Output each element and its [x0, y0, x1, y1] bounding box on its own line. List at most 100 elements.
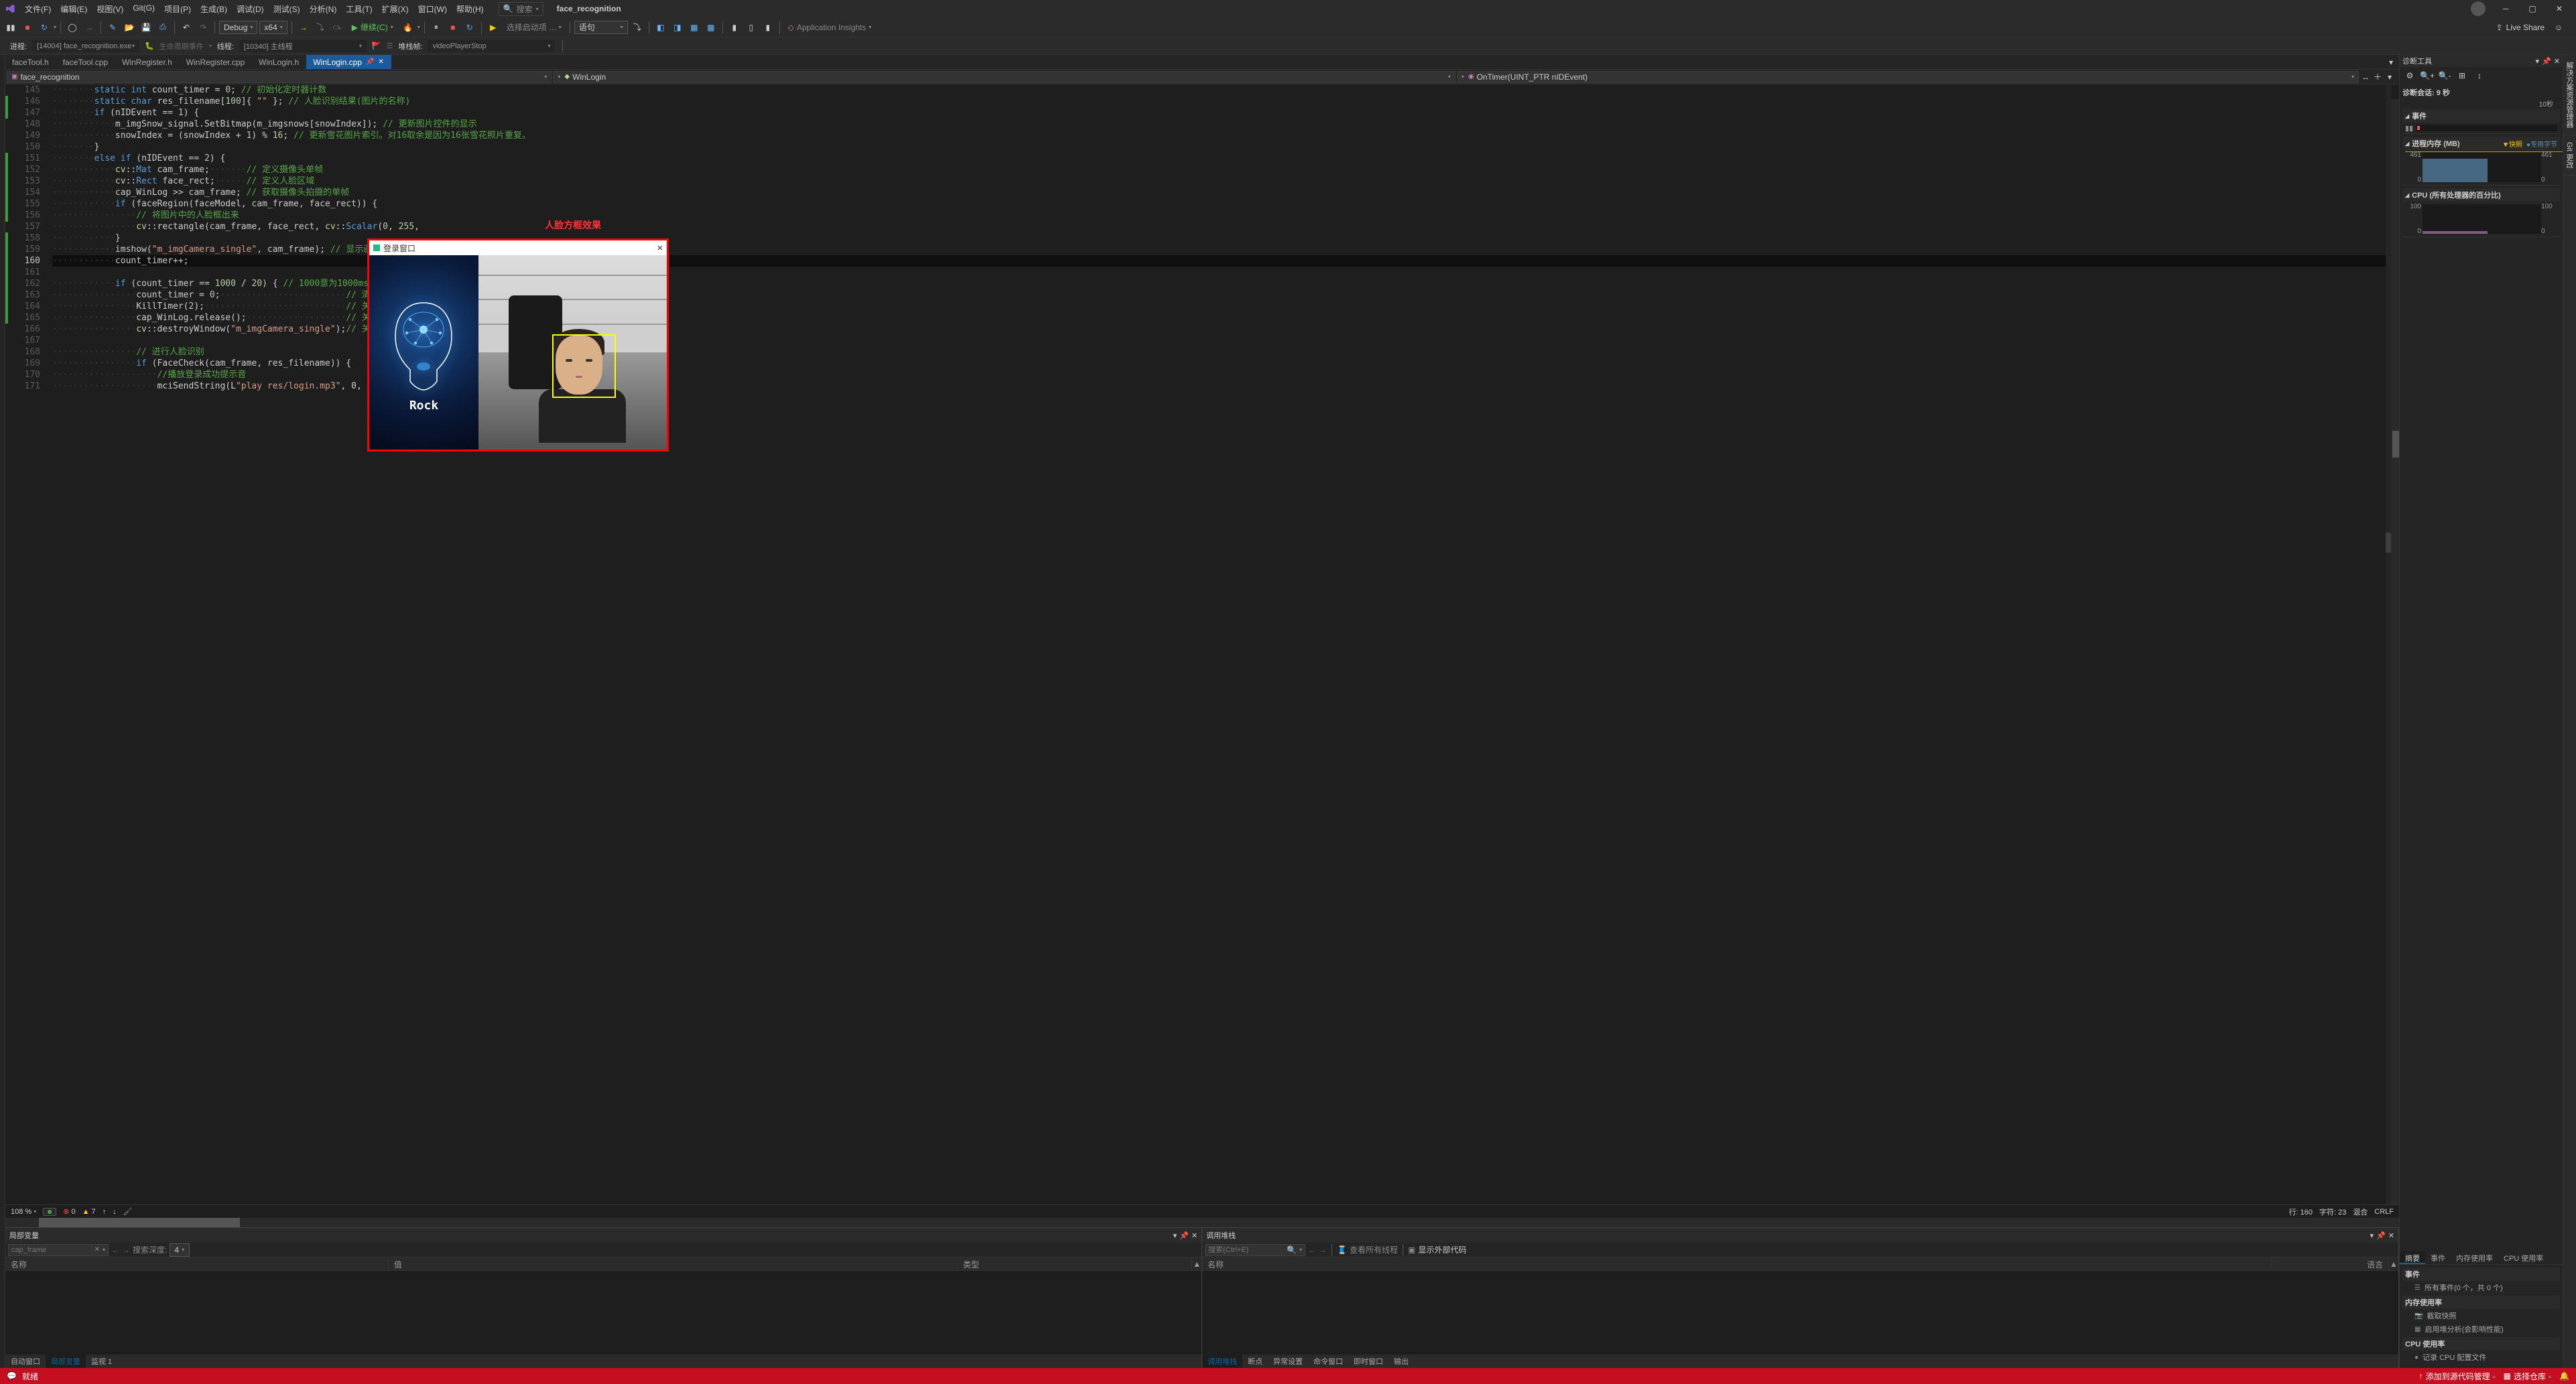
- locals-grid-body[interactable]: [5, 1271, 1202, 1355]
- tab-watch1[interactable]: 监视 1: [86, 1355, 117, 1368]
- zoom-out-icon[interactable]: 🔍-: [2437, 68, 2452, 83]
- file-tab[interactable]: WinLogin.cpp📌✕: [306, 55, 391, 69]
- user-avatar[interactable]: [2471, 1, 2486, 16]
- tab-git-changes[interactable]: Git 更改: [2563, 135, 2576, 176]
- nav-forward-button[interactable]: →: [82, 20, 96, 35]
- break-all-icon[interactable]: ⏸: [429, 20, 444, 35]
- nav-back-button[interactable]: ◯: [65, 20, 80, 35]
- zoom-level[interactable]: 108 %▾: [11, 1208, 36, 1216]
- show-next-statement-icon[interactable]: →: [296, 20, 311, 35]
- cpu-section-header[interactable]: ◢CPU (所有处理器的百分比): [2402, 188, 2560, 202]
- show-external-code[interactable]: 显示外部代码: [1418, 1244, 1466, 1255]
- comment-button[interactable]: ▮: [727, 20, 742, 35]
- split-toggle-icon[interactable]: ↔: [2360, 72, 2371, 82]
- tb-misc-1[interactable]: ◧: [653, 20, 668, 35]
- callstack-grid-body[interactable]: [1202, 1271, 2398, 1355]
- panel-dropdown-icon[interactable]: ▾: [2536, 57, 2540, 66]
- stop-button[interactable]: ■: [20, 20, 35, 35]
- brush-icon[interactable]: 🖌: [123, 1207, 133, 1216]
- stackframe-combo[interactable]: videoPlayerStop▾: [428, 40, 555, 52]
- menu-item[interactable]: 项目(P): [159, 1, 196, 17]
- nav-down-icon[interactable]: ↓: [113, 1208, 117, 1216]
- menu-item[interactable]: 文件(F): [20, 1, 56, 17]
- menu-item[interactable]: 生成(B): [196, 1, 232, 17]
- step-into-button[interactable]: ⤵: [630, 20, 645, 35]
- tab-immediate[interactable]: 即时窗口: [1348, 1355, 1389, 1368]
- tab-cpu-usage[interactable]: CPU 使用率: [2498, 1251, 2549, 1264]
- take-snapshot-button[interactable]: 📷截取快照: [2402, 1309, 2560, 1322]
- issues-indicator[interactable]: [43, 1208, 56, 1216]
- overview-ruler[interactable]: [2386, 84, 2391, 1204]
- menu-item[interactable]: 工具(T): [341, 1, 377, 17]
- configuration-combo[interactable]: Debug▾: [219, 21, 257, 34]
- tab-command-window[interactable]: 命令窗口: [1308, 1355, 1348, 1368]
- events-section-header[interactable]: ◢事件: [2402, 109, 2560, 123]
- file-tab[interactable]: WinLogin.h: [252, 55, 306, 69]
- redo-button[interactable]: ↷: [196, 20, 210, 35]
- pause-events-icon[interactable]: ▮▮: [2405, 124, 2413, 133]
- col-name[interactable]: 名称: [1202, 1257, 2272, 1270]
- tab-locals[interactable]: 局部变量: [46, 1355, 86, 1368]
- hot-reload-icon[interactable]: 🔥: [401, 20, 415, 35]
- close-button[interactable]: ✕: [2546, 0, 2573, 17]
- step-over-icon[interactable]: ⤼: [330, 20, 344, 35]
- nav-back-icon[interactable]: ←: [1308, 1245, 1316, 1255]
- memory-chart[interactable]: 4610 4610: [2405, 151, 2557, 184]
- live-share-button[interactable]: ⇪ Live Share: [2496, 23, 2545, 32]
- stop-debug-icon[interactable]: ■: [446, 20, 460, 35]
- tab-summary[interactable]: 摘要: [2400, 1251, 2425, 1264]
- panel-close-icon[interactable]: ✕: [2554, 57, 2560, 66]
- launch-options-combo[interactable]: 选择启动项...▾: [503, 21, 566, 34]
- tabs-overflow-icon[interactable]: ▾: [2386, 57, 2396, 68]
- save-all-icon[interactable]: ⎙: [155, 20, 170, 35]
- file-tab[interactable]: WinRegister.h: [115, 55, 180, 69]
- add-to-source-control[interactable]: ↑ 添加到源代码管理 ▴: [2419, 1371, 2496, 1382]
- pin-icon[interactable]: 📌: [366, 58, 374, 66]
- ruler-icon[interactable]: ↕: [2472, 68, 2487, 83]
- tab-exceptions[interactable]: 异常设置: [1268, 1355, 1308, 1368]
- code-editor[interactable]: 1451461471481491501511521531541551561571…: [5, 84, 2399, 1204]
- tab-callstack[interactable]: 调用堆栈: [1202, 1355, 1242, 1368]
- vertical-scrollbar[interactable]: [2391, 99, 2399, 1204]
- file-tab[interactable]: faceTool.h: [5, 55, 56, 69]
- pause-button[interactable]: ▮▮: [3, 20, 18, 35]
- open-file-icon[interactable]: 📂: [122, 20, 137, 35]
- menu-item[interactable]: 帮助(H): [452, 1, 489, 17]
- tb-misc-2[interactable]: ◨: [670, 20, 685, 35]
- platform-combo[interactable]: x64▾: [259, 21, 287, 34]
- timeline-ruler[interactable]: 10秒: [2402, 98, 2560, 109]
- tab-output[interactable]: 输出: [1389, 1355, 1414, 1368]
- select-repo[interactable]: ▦ 选择仓库 ▴: [2504, 1371, 2551, 1382]
- nav-up-icon[interactable]: ↑: [103, 1208, 107, 1216]
- view-all-threads[interactable]: 查看所有线程: [1350, 1244, 1398, 1255]
- global-search-box[interactable]: 🔍 搜索 ▾: [499, 2, 543, 16]
- maximize-button[interactable]: ▢: [2519, 0, 2546, 17]
- menu-item[interactable]: 扩展(X): [377, 1, 413, 17]
- panel-dropdown-icon[interactable]: 📌: [1179, 1231, 1189, 1240]
- tab-auto-window[interactable]: 自动窗口: [5, 1355, 46, 1368]
- pin-icon[interactable]: ▾: [1173, 1231, 1177, 1240]
- zoom-in-icon[interactable]: 🔍+: [2420, 68, 2435, 83]
- thread-combo[interactable]: [10340] 主线程▾: [239, 40, 367, 52]
- bookmark-button[interactable]: ▮: [761, 20, 775, 35]
- all-events-link[interactable]: ☰所有事件(0 个，共 0 个): [2402, 1281, 2560, 1294]
- nav-fwd-icon[interactable]: →: [1319, 1245, 1327, 1255]
- expand-icon[interactable]: ▾: [2384, 72, 2395, 82]
- nav-scope-combo[interactable]: ▾ ◆ WinLogin ▾: [553, 71, 1455, 83]
- file-tab[interactable]: faceTool.cpp: [56, 55, 115, 69]
- login-window-close-button[interactable]: ✕: [657, 243, 663, 253]
- feedback-icon[interactable]: ☺: [2551, 20, 2566, 35]
- error-count[interactable]: ⊗ 0: [63, 1207, 75, 1216]
- nav-back-icon[interactable]: ←: [111, 1245, 119, 1255]
- uncomment-button[interactable]: ▯: [744, 20, 759, 35]
- panel-close-icon[interactable]: ✕: [1192, 1231, 1198, 1240]
- show-next-stmt-icon[interactable]: ▶: [486, 20, 501, 35]
- memory-section-header[interactable]: ◢进程内存 (MB) ▼快照 ●专用字节: [2402, 137, 2560, 150]
- menu-item[interactable]: 分析(N): [305, 1, 342, 17]
- undo-button[interactable]: ↶: [179, 20, 194, 35]
- restart-debug-icon[interactable]: ↻: [462, 20, 477, 35]
- panel-dropdown-icon[interactable]: 📌: [2376, 1231, 2386, 1240]
- tab-memory-usage[interactable]: 内存使用率: [2451, 1251, 2498, 1264]
- line-ending[interactable]: CRLF: [2374, 1208, 2394, 1216]
- panel-close-icon[interactable]: ✕: [2388, 1231, 2394, 1240]
